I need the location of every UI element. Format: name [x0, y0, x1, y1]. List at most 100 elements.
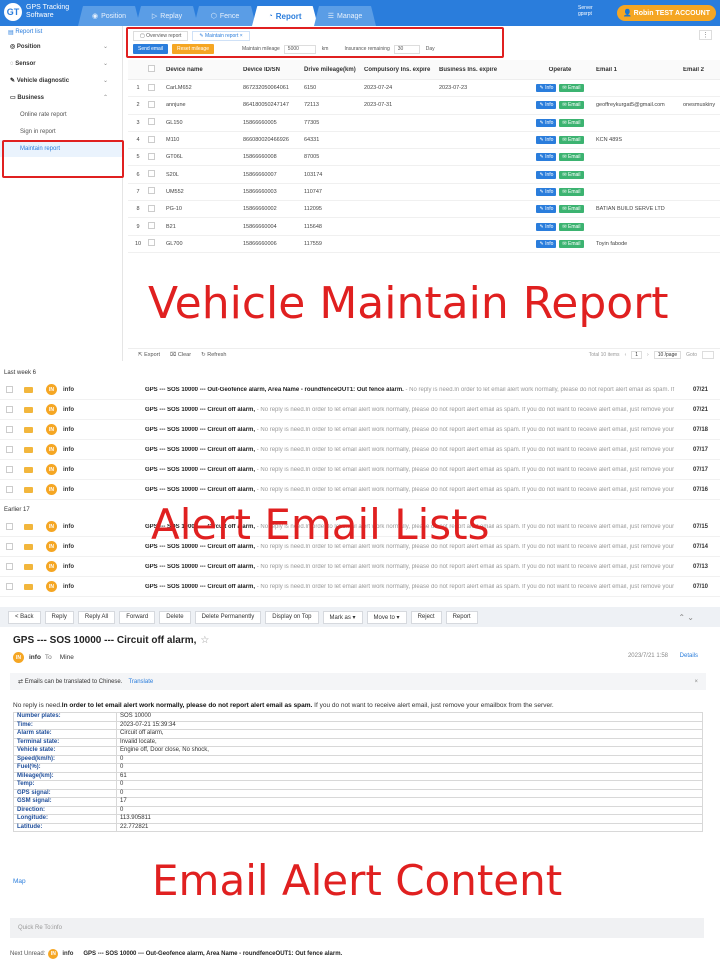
row-checkbox[interactable]: [148, 100, 155, 108]
app-logo[interactable]: GT GPS Tracking Software: [4, 3, 86, 21]
refresh-button[interactable]: ↻ Refresh: [201, 352, 226, 358]
table-row[interactable]: 7 UM552 15866660003 110747 ✎ Info ✉ Email: [128, 184, 720, 202]
table-row[interactable]: 4 M110 866080020466926 64331 ✎ Info ✉ Email KC…: [128, 132, 720, 150]
reply-button[interactable]: Reply: [44, 610, 74, 624]
map-link[interactable]: Map: [13, 878, 26, 885]
email-button[interactable]: ✉ Email: [559, 136, 584, 145]
email-checkbox[interactable]: [6, 583, 13, 590]
info-button[interactable]: ✎ Info: [536, 118, 557, 127]
row-checkbox[interactable]: [148, 170, 155, 178]
table-row[interactable]: 6 S20L 15866660007 103174 ✎ Info ✉ Email: [128, 166, 720, 184]
sidebar-item-business[interactable]: ▭ Business ⌃: [0, 89, 122, 106]
email-button[interactable]: ✉ Email: [559, 239, 584, 248]
info-button[interactable]: ✎ Info: [536, 222, 557, 231]
list-item[interactable]: IN info GPS --- SOS 10000 --- Circuit off …: [0, 400, 720, 420]
tab-position[interactable]: ◉ Position: [78, 6, 140, 26]
goto-input[interactable]: [702, 351, 714, 359]
delete-permanently-button[interactable]: Delete Permanently: [194, 610, 262, 624]
back-button[interactable]: < Back: [8, 610, 41, 624]
row-checkbox[interactable]: [148, 204, 155, 212]
list-item[interactable]: IN info GPS --- SOS 10000 --- Circuit off …: [0, 557, 720, 577]
sidebar-item-sensor[interactable]: ◌ Sensor ⌄: [0, 55, 122, 72]
email-checkbox[interactable]: [6, 543, 13, 550]
email-checkbox[interactable]: [6, 406, 13, 413]
tab-fence[interactable]: ⬡ Fence: [194, 6, 256, 26]
close-icon[interactable]: ×: [694, 679, 698, 685]
row-checkbox[interactable]: [148, 152, 155, 160]
list-item[interactable]: IN info GPS --- SOS 10000 --- Circuit off …: [0, 420, 720, 440]
prev-page-button[interactable]: ‹: [625, 352, 627, 358]
move-to-button[interactable]: Move to ▾: [366, 610, 407, 624]
list-item[interactable]: IN info GPS --- SOS 10000 --- Circuit off …: [0, 440, 720, 460]
email-button[interactable]: ✉ Email: [559, 170, 584, 179]
row-checkbox[interactable]: [148, 135, 155, 143]
table-row[interactable]: 2 annjune 864180050247147 72113 2023-07-31 ✎ …: [128, 97, 720, 115]
table-row[interactable]: 1 CarLM652 867232050064061 6150 2023-07-24 20…: [128, 80, 720, 98]
current-page[interactable]: 1: [631, 351, 643, 359]
email-checkbox[interactable]: [6, 466, 13, 473]
table-row[interactable]: 3 GL150 15866660005 77305 ✎ Info ✉ Email: [128, 115, 720, 132]
page-size-select[interactable]: 10 /page: [653, 351, 682, 359]
star-icon[interactable]: ☆: [200, 635, 209, 646]
info-button[interactable]: ✎ Info: [536, 101, 557, 110]
more-icon[interactable]: ⋮: [699, 30, 712, 40]
info-button[interactable]: ✎ Info: [536, 84, 557, 93]
sidebar-item-vehicle-diagnostic[interactable]: ✎ Vehicle diagnostic ⌄: [0, 72, 122, 89]
tab-manage[interactable]: ☰ Manage: [314, 6, 376, 26]
next-unread[interactable]: Next Unread: IN info GPS --- SOS 10000 -…: [10, 949, 342, 959]
reject-button[interactable]: Reject: [410, 610, 442, 624]
report-button[interactable]: Report: [445, 610, 478, 624]
sidebar-item-position[interactable]: ◎ Position ⌄: [0, 38, 122, 55]
tab-report[interactable]: ◔ Report: [252, 6, 318, 26]
info-button[interactable]: ✎ Info: [536, 170, 557, 179]
sidebar-item-online-rate[interactable]: Online rate report: [0, 106, 122, 123]
table-row[interactable]: 8 PG-10 15866660002 112095 ✎ Info ✉ Email BATI…: [128, 201, 720, 219]
list-item[interactable]: IN info GPS --- SOS 10000 --- Circuit off …: [0, 480, 720, 500]
tab-replay[interactable]: ▷ Replay: [136, 6, 198, 26]
clear-button[interactable]: ⌧ Clear: [170, 352, 191, 358]
email-checkbox[interactable]: [6, 486, 13, 493]
row-checkbox[interactable]: [148, 187, 155, 195]
email-checkbox[interactable]: [6, 563, 13, 570]
info-button[interactable]: ✎ Info: [536, 239, 557, 248]
sender-name[interactable]: info: [29, 654, 41, 661]
translate-link[interactable]: Translate: [128, 679, 153, 685]
export-button[interactable]: ⇱ Export: [138, 352, 160, 358]
row-checkbox[interactable]: [148, 239, 155, 247]
table-row[interactable]: 10 GL700 15866660006 117559 ✎ Info ✉ Email Toy…: [128, 236, 720, 253]
table-row[interactable]: 5 GT06L 15866660008 87005 ✎ Info ✉ Email: [128, 149, 720, 167]
quick-reply-input[interactable]: Quick Re To:info: [10, 918, 704, 938]
table-row[interactable]: 9 B21 15866660004 115648 ✎ Info ✉ Email: [128, 218, 720, 236]
list-item[interactable]: IN info GPS --- SOS 10000 --- Circuit off …: [0, 460, 720, 480]
row-checkbox[interactable]: [148, 83, 155, 91]
prev-next-mail-icon[interactable]: ⌃ ⌄: [678, 613, 694, 622]
email-button[interactable]: ✉ Email: [559, 187, 584, 196]
email-button[interactable]: ✉ Email: [559, 205, 584, 214]
email-checkbox[interactable]: [6, 386, 13, 393]
email-checkbox[interactable]: [6, 523, 13, 530]
info-button[interactable]: ✎ Info: [536, 153, 557, 162]
next-page-button[interactable]: ›: [647, 352, 649, 358]
info-button[interactable]: ✎ Info: [536, 187, 557, 196]
details-link[interactable]: Details: [680, 653, 698, 659]
row-checkbox[interactable]: [148, 118, 155, 126]
email-checkbox[interactable]: [6, 446, 13, 453]
info-button[interactable]: ✎ Info: [536, 136, 557, 145]
email-button[interactable]: ✉ Email: [559, 101, 584, 110]
forward-button[interactable]: Forward: [119, 610, 156, 624]
row-checkbox[interactable]: [148, 222, 155, 230]
email-button[interactable]: ✉ Email: [559, 153, 584, 162]
delete-button[interactable]: Delete: [159, 610, 191, 624]
list-item[interactable]: IN info GPS --- SOS 10000 --- Out-Geofence…: [0, 380, 720, 400]
account-button[interactable]: 👤 Robin TEST ACCOUNT: [617, 5, 717, 21]
list-item[interactable]: IN info GPS --- SOS 10000 --- Circuit off …: [0, 577, 720, 597]
mark-as-button[interactable]: Mark as ▾: [322, 610, 363, 624]
email-button[interactable]: ✉ Email: [559, 222, 584, 231]
select-all-checkbox[interactable]: [148, 65, 155, 72]
email-checkbox[interactable]: [6, 426, 13, 433]
display-on-top-button[interactable]: Display on Top: [265, 610, 319, 624]
sidebar-item-sign-in[interactable]: Sign in report: [0, 123, 122, 140]
reply-all-button[interactable]: Reply All: [77, 610, 116, 624]
info-button[interactable]: ✎ Info: [536, 205, 557, 214]
email-button[interactable]: ✉ Email: [559, 118, 584, 127]
